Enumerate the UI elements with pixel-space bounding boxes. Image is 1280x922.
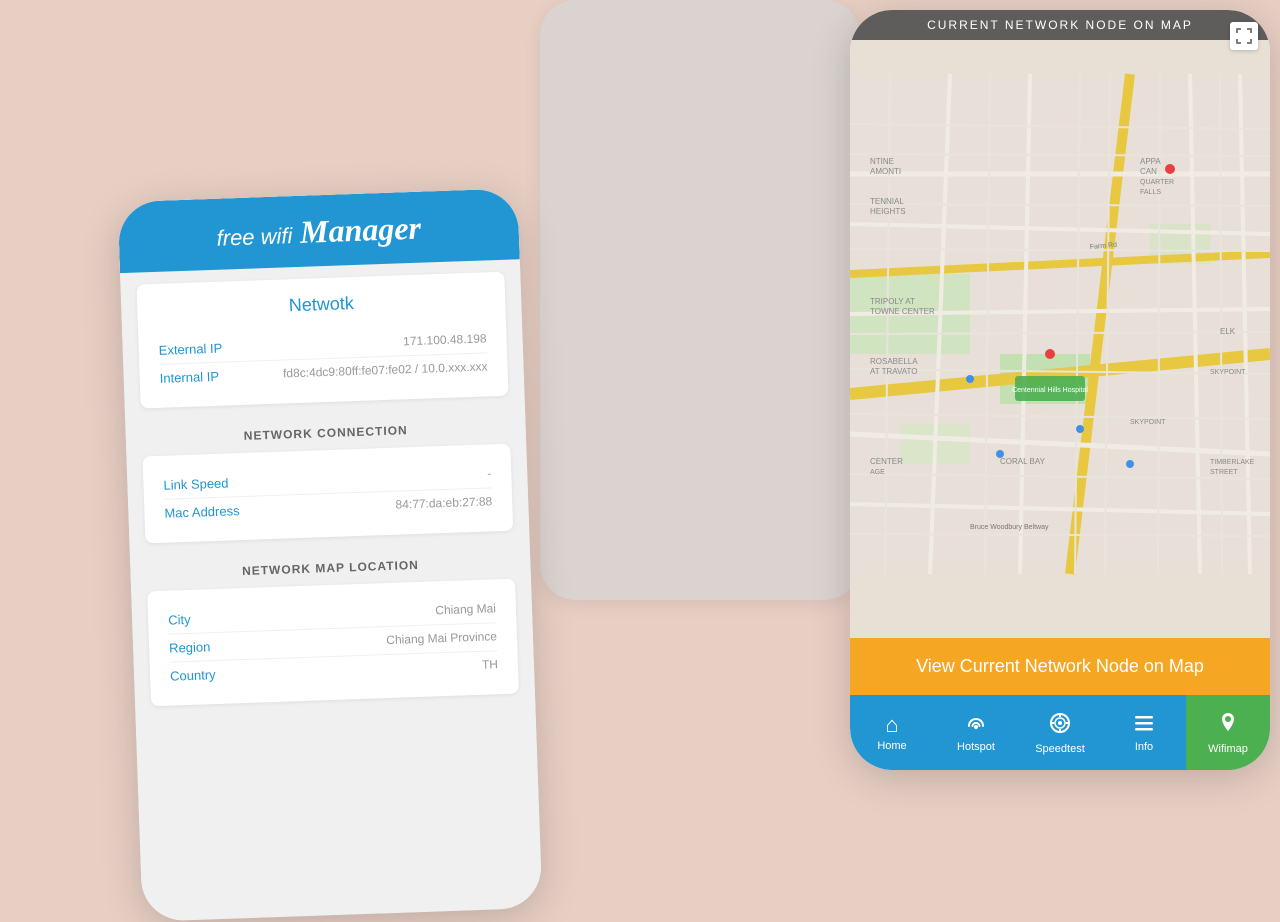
map-fullscreen-button[interactable]: [1230, 22, 1258, 50]
nav-home[interactable]: ⌂ Home: [850, 695, 934, 770]
link-speed-label: Link Speed: [163, 475, 253, 493]
nav-home-label: Home: [877, 740, 906, 752]
phone-background-shadow: [540, 0, 860, 600]
nav-info-label: Info: [1135, 741, 1153, 753]
wifimap-icon: [1217, 711, 1239, 739]
svg-text:NTINE: NTINE: [870, 157, 894, 166]
svg-text:TOWNE CENTER: TOWNE CENTER: [870, 307, 935, 316]
hotspot-icon: [964, 713, 988, 737]
phone-right: CURRENT NETWORK NODE ON MAP: [850, 10, 1270, 770]
internal-ip-label: Internal IP: [159, 368, 249, 386]
svg-text:FALLS: FALLS: [1140, 189, 1161, 196]
speedtest-icon: [1048, 711, 1072, 739]
phone-right-inner: CURRENT NETWORK NODE ON MAP: [850, 10, 1270, 770]
nav-hotspot[interactable]: Hotspot: [934, 695, 1018, 770]
home-icon: ⌂: [885, 714, 898, 736]
nav-speedtest[interactable]: Speedtest: [1018, 695, 1102, 770]
network-map-card: City Chiang Mai Region Chiang Mai Provin…: [147, 579, 519, 707]
svg-text:STREET: STREET: [1210, 469, 1238, 476]
nav-wifimap-label: Wifimap: [1208, 743, 1248, 755]
view-map-button[interactable]: View Current Network Node on Map: [850, 638, 1270, 695]
city-label: City: [168, 610, 258, 628]
link-speed-value: -: [253, 466, 491, 488]
svg-text:SKYPOINT: SKYPOINT: [1130, 419, 1166, 426]
nav-info[interactable]: Info: [1102, 695, 1186, 770]
svg-text:CENTER: CENTER: [870, 457, 903, 466]
info-icon: [1133, 713, 1155, 737]
view-map-button-label: View Current Network Node on Map: [916, 656, 1204, 676]
svg-text:CAN: CAN: [1140, 167, 1157, 176]
svg-text:AT TRAVATO: AT TRAVATO: [870, 367, 917, 376]
svg-text:Bruce Woodbury Beltway: Bruce Woodbury Beltway: [970, 524, 1049, 531]
svg-text:HEIGHTS: HEIGHTS: [870, 207, 906, 216]
nav-speedtest-label: Speedtest: [1035, 743, 1085, 755]
region-value: Chiang Mai Province: [259, 629, 497, 651]
app-title-manager: Manager: [299, 210, 421, 250]
svg-text:TRIPOLY AT: TRIPOLY AT: [870, 297, 915, 306]
svg-text:AMONTI: AMONTI: [870, 167, 901, 176]
map-title-text: CURRENT NETWORK NODE ON MAP: [927, 18, 1193, 32]
country-label: Country: [170, 666, 260, 684]
internal-ip-value: fd8c:4dc9:80ff:fe07:fe02 / 10.0.xxx.xxx: [249, 359, 487, 381]
svg-text:TENNIAL: TENNIAL: [870, 197, 904, 206]
svg-text:CORAL BAY: CORAL BAY: [1000, 457, 1046, 466]
network-card-title: Netwotk: [157, 288, 486, 320]
svg-text:AGE: AGE: [870, 469, 885, 476]
map-title-overlay: CURRENT NETWORK NODE ON MAP: [850, 10, 1270, 40]
country-value: TH: [260, 657, 498, 679]
svg-text:TIMBERLAKE: TIMBERLAKE: [1210, 459, 1255, 466]
external-ip-label: External IP: [158, 340, 248, 358]
svg-text:ELK: ELK: [1220, 327, 1236, 336]
svg-text:APPA: APPA: [1140, 157, 1161, 166]
map-svg: NTINE AMONTI TENNIAL HEIGHTS TRIPOLY AT …: [850, 10, 1270, 638]
external-ip-value: 171.100.48.198: [248, 331, 486, 353]
network-card: Netwotk External IP 171.100.48.198 Inter…: [136, 272, 508, 409]
app-title: free wifi Manager: [138, 207, 499, 257]
bottom-nav: ⌂ Home Hotspot: [850, 695, 1270, 770]
mac-address-label: Mac Address: [164, 503, 254, 521]
mac-address-value: 84:77:da:eb:27:88: [254, 494, 492, 516]
svg-text:Centennial Hills Hospital: Centennial Hills Hospital: [1012, 387, 1088, 394]
phone-left: free wifi Manager Netwotk External IP 17…: [118, 188, 543, 922]
nav-wifimap[interactable]: Wifimap: [1186, 695, 1270, 770]
app-title-freewifi: free wifi: [216, 223, 293, 251]
city-value: Chiang Mai: [258, 601, 496, 623]
nav-hotspot-label: Hotspot: [957, 741, 995, 753]
svg-text:ROSABELLA: ROSABELLA: [870, 357, 918, 366]
svg-text:QUARTER: QUARTER: [1140, 179, 1174, 186]
svg-text:SKYPOINT: SKYPOINT: [1210, 369, 1246, 376]
app-content: Netwotk External IP 171.100.48.198 Inter…: [120, 259, 536, 729]
network-connection-card: Link Speed - Mac Address 84:77:da:eb:27:…: [142, 444, 513, 544]
map-area: CURRENT NETWORK NODE ON MAP: [850, 10, 1270, 638]
region-label: Region: [169, 638, 259, 656]
